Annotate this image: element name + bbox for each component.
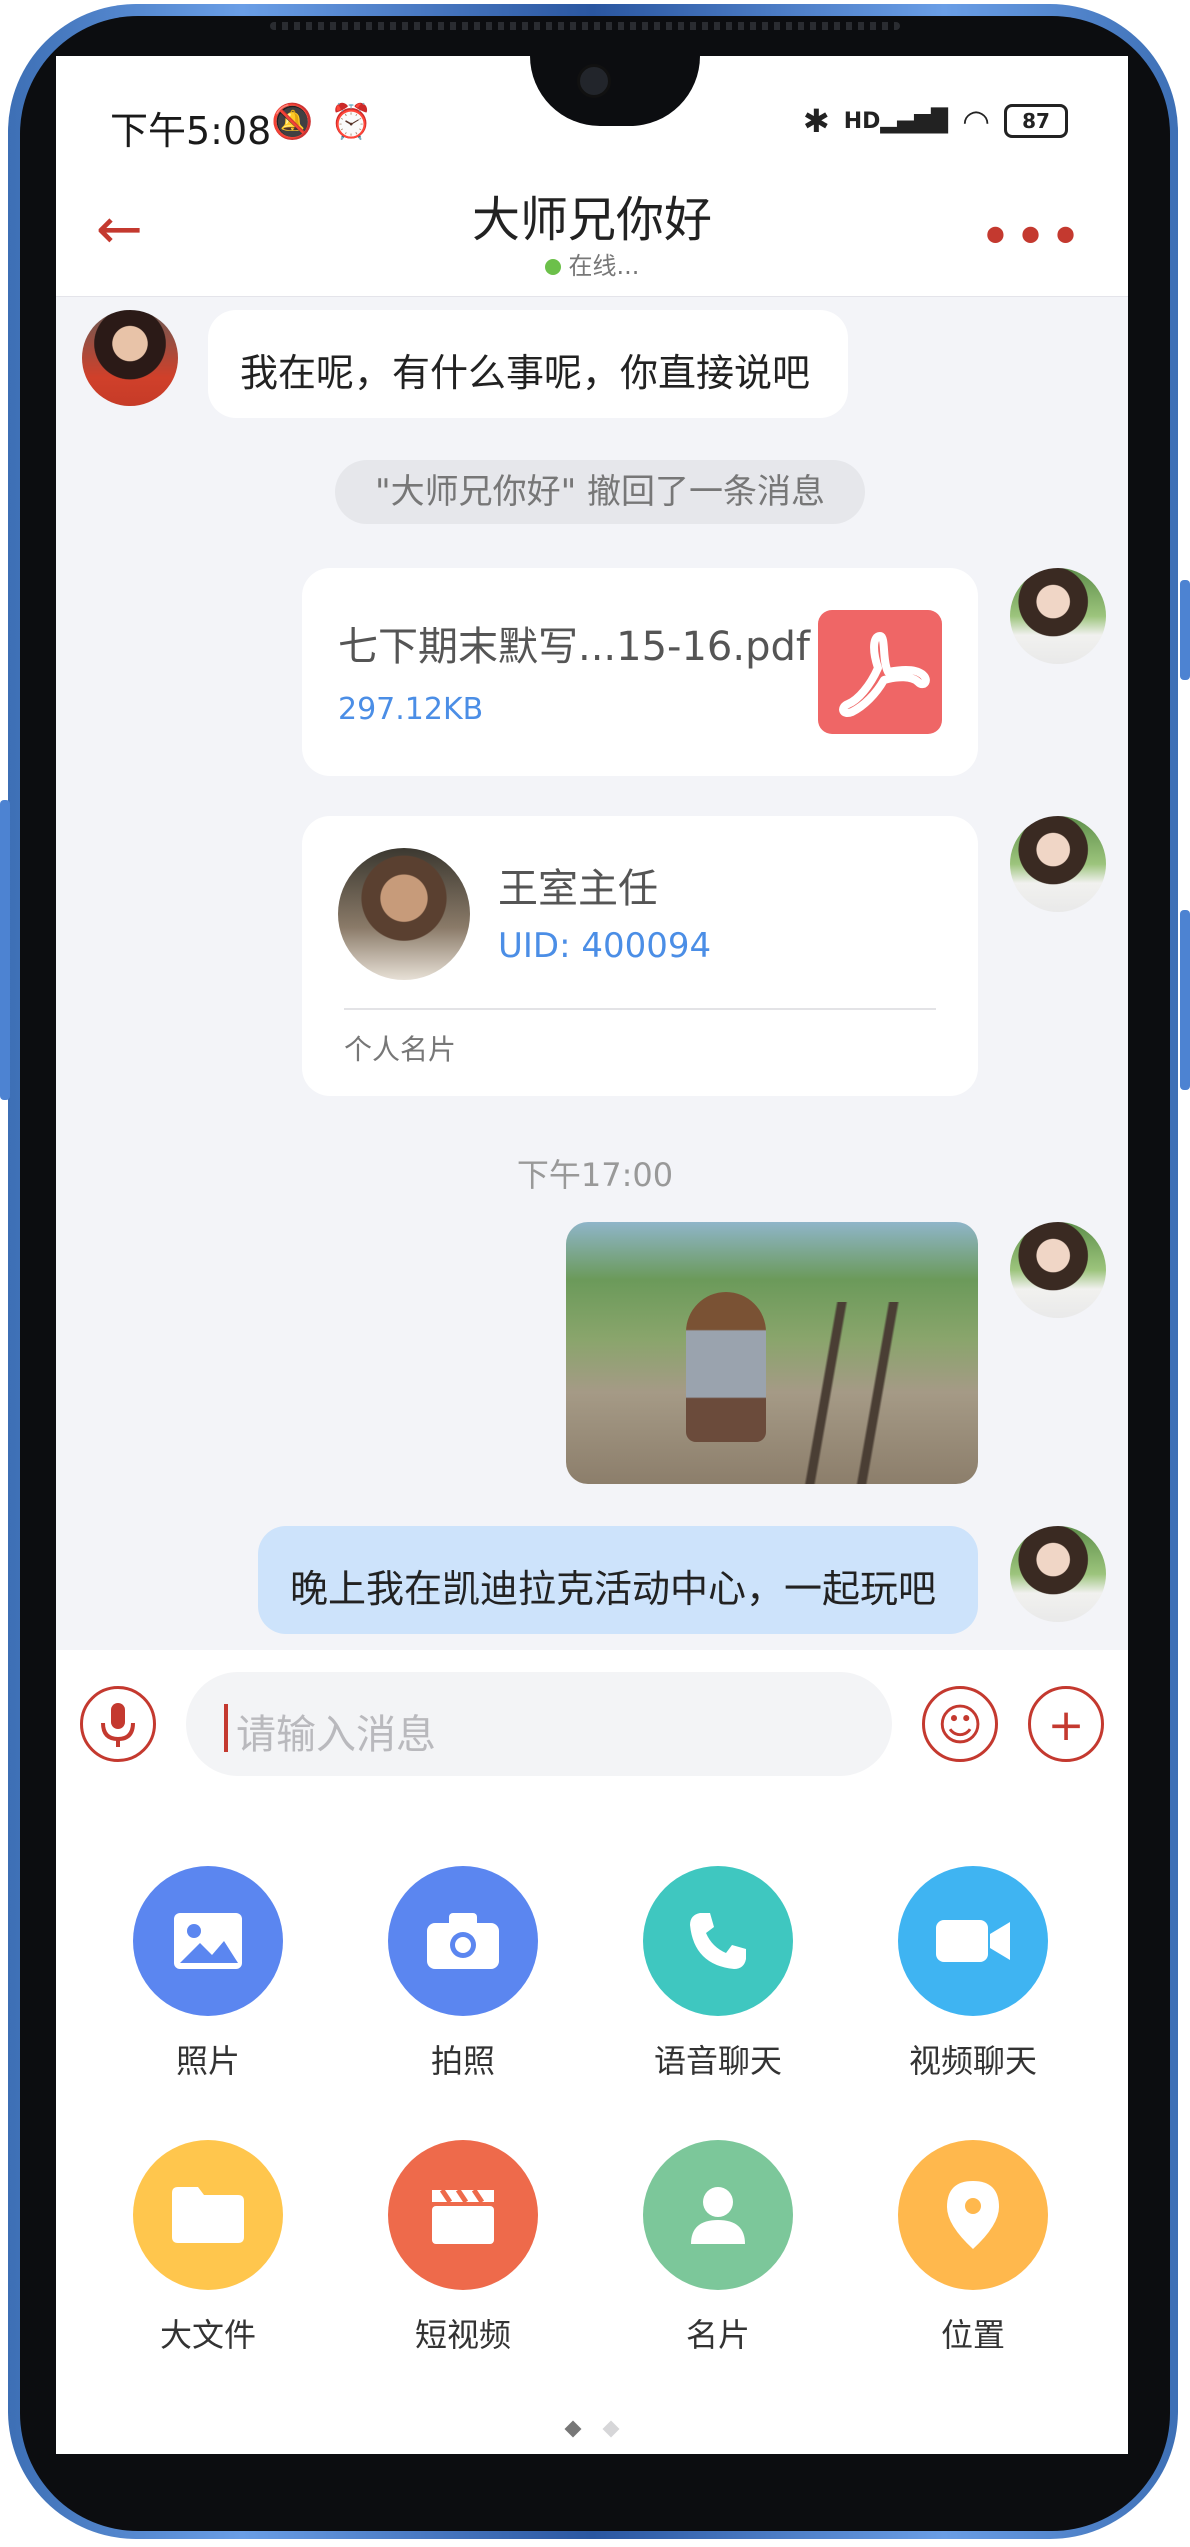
photo-message[interactable] — [566, 1222, 978, 1484]
card-divider — [344, 1008, 936, 1010]
incoming-message-bubble[interactable]: 我在呢，有什么事呢，你直接说吧 — [208, 310, 848, 418]
pdf-icon — [818, 610, 942, 734]
emoji-icon[interactable]: ☺ — [922, 1686, 998, 1762]
chat-header: ← 大师兄你好 在线... ••• — [56, 174, 1128, 297]
page-indicator — [56, 2420, 1128, 2439]
text-caret — [224, 1704, 228, 1752]
my-avatar[interactable] — [1010, 568, 1106, 664]
tool-label: 视频聊天 — [908, 2042, 1037, 2080]
battery-level: 87 — [1022, 109, 1050, 133]
phone-icon — [643, 1866, 793, 2016]
my-avatar[interactable] — [1010, 1526, 1106, 1622]
page-dot[interactable] — [602, 2420, 620, 2438]
photo-person — [686, 1292, 766, 1442]
more-options-icon[interactable]: ••• — [979, 210, 1084, 266]
input-bar: 请输入消息 ☺ + — [56, 1650, 1128, 1800]
tool-photo[interactable]: 照片 — [108, 1866, 308, 2082]
card-avatar — [338, 848, 470, 980]
tool-large-file[interactable]: 大文件 — [108, 2140, 308, 2356]
status-left-icons: 🔕 ⏰ — [271, 102, 373, 142]
mute-icon: 🔕 — [271, 102, 314, 142]
file-size: 297.12KB — [338, 692, 484, 727]
clapper-icon — [388, 2140, 538, 2290]
outgoing-message-text: 晚上我在凯迪拉克活动中心，一起玩吧 — [290, 1567, 937, 1611]
photo-icon — [133, 1866, 283, 2016]
bluetooth-icon: ✱ — [802, 102, 830, 140]
contact-avatar[interactable] — [82, 310, 178, 406]
tool-label: 名片 — [685, 2316, 750, 2354]
location-icon — [898, 2140, 1048, 2290]
contact-card-bubble[interactable]: 王室主任 UID: 400094 个人名片 — [302, 816, 978, 1096]
plus-icon[interactable]: + — [1028, 1686, 1104, 1762]
microphone-icon[interactable] — [80, 1686, 156, 1762]
wifi-icon: ◠ — [962, 102, 990, 140]
tool-label: 拍照 — [430, 2042, 495, 2080]
outgoing-message-bubble[interactable]: 晚上我在凯迪拉克活动中心，一起玩吧 — [258, 1526, 978, 1634]
file-message-bubble[interactable]: 七下期末默写...15-16.pdf 297.12KB — [302, 568, 978, 776]
tool-video-chat[interactable]: 视频聊天 — [873, 1866, 1073, 2082]
card-uid: UID: 400094 — [498, 926, 712, 966]
file-name: 七下期末默写...15-16.pdf — [338, 624, 810, 670]
tool-label: 大文件 — [159, 2316, 256, 2354]
tool-label: 短视频 — [414, 2316, 511, 2354]
message-input-placeholder: 请输入消息 — [236, 1712, 436, 1758]
speaker-grille — [270, 22, 900, 30]
message-input[interactable]: 请输入消息 — [186, 1672, 892, 1776]
side-button — [1180, 910, 1190, 1090]
video-icon — [898, 1866, 1048, 2016]
battery-icon: 87 — [1004, 104, 1068, 138]
front-camera — [577, 64, 611, 98]
my-avatar[interactable] — [1010, 1222, 1106, 1318]
volume-button — [0, 800, 10, 1100]
chat-title: 大师兄你好 — [471, 192, 712, 248]
person-icon — [643, 2140, 793, 2290]
photo-railway — [742, 1302, 942, 1484]
tool-location[interactable]: 位置 — [873, 2140, 1073, 2356]
my-avatar[interactable] — [1010, 816, 1106, 912]
recall-notice: "大师兄你好" 撤回了一条消息 — [335, 460, 865, 524]
folder-icon — [133, 2140, 283, 2290]
tool-label: 语音聊天 — [653, 2042, 782, 2080]
tool-voice-chat[interactable]: 语音聊天 — [618, 1866, 818, 2082]
incoming-message-text: 我在呢，有什么事呢，你直接说吧 — [240, 351, 811, 395]
tool-label: 照片 — [175, 2042, 240, 2080]
tool-label: 位置 — [940, 2316, 1005, 2354]
online-status-text: 在线... — [568, 252, 640, 280]
hd-signal-icon: HD▂▄▆█ — [843, 108, 949, 134]
card-label: 个人名片 — [344, 1033, 457, 1066]
message-timestamp: 下午17:00 — [516, 1156, 674, 1194]
status-time: 下午5:08 — [110, 109, 272, 153]
tool-contact-card[interactable]: 名片 — [618, 2140, 818, 2356]
status-right-icons: ✱ HD▂▄▆█ ◠ 87 — [803, 102, 1068, 140]
tool-short-video[interactable]: 短视频 — [363, 2140, 563, 2356]
tool-camera[interactable]: 拍照 — [363, 1866, 563, 2082]
card-name: 王室主任 — [498, 866, 658, 912]
online-status: 在线... — [56, 246, 1128, 281]
camera-icon — [388, 1866, 538, 2016]
online-dot-icon — [544, 259, 561, 275]
power-button — [1180, 580, 1190, 680]
tools-panel: 照片 拍照 语音聊天 视频聊天 大文件 短视频 名片 位置 — [56, 1800, 1128, 2454]
page-dot-active[interactable] — [564, 2420, 582, 2438]
alarm-icon: ⏰ — [330, 102, 373, 142]
